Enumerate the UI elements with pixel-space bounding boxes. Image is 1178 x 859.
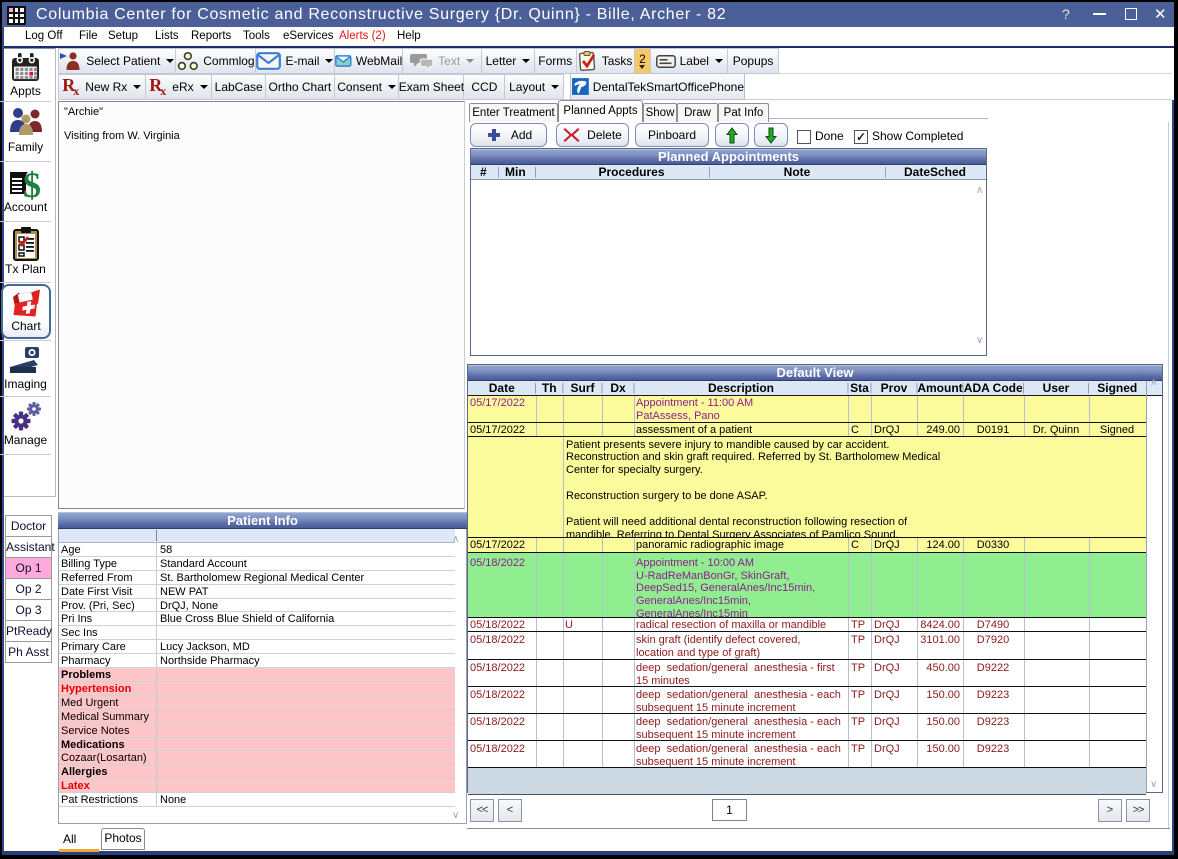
svg-text:$: $ xyxy=(23,166,41,200)
